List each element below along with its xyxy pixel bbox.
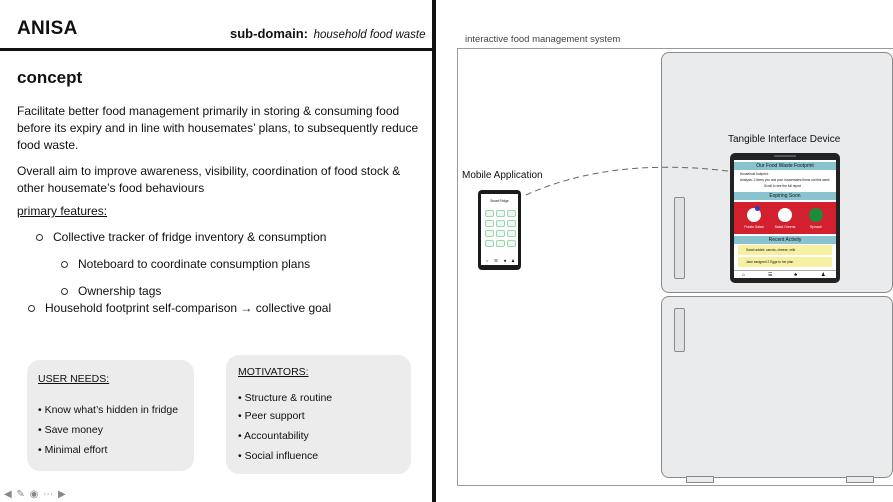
fridge-foot xyxy=(686,476,714,483)
tangible-device-label: Tangible Interface Device xyxy=(728,134,841,145)
footprint-line: Household footprint: xyxy=(740,172,769,176)
spinach-icon[interactable] xyxy=(809,208,823,222)
pen-icon[interactable]: ✎ xyxy=(16,489,25,500)
feature-item: Noteboard to coordinate consumption plan… xyxy=(61,257,310,271)
bullet-circle-icon xyxy=(61,261,68,269)
home-icon[interactable]: ⌂ xyxy=(484,258,490,264)
feature-item: Household footprint self-comparison → co… xyxy=(28,301,331,315)
user-need-item: • Save money xyxy=(38,424,103,436)
slide-divider xyxy=(432,0,436,502)
features-title: primary features: xyxy=(17,204,108,218)
fridge-handle-icon xyxy=(674,308,685,352)
concept-paragraph-1: Facilitate better food management primar… xyxy=(17,104,419,152)
feature-item: Collective tracker of fridge inventory &… xyxy=(36,230,326,244)
expiring-item-label: Spinach xyxy=(809,225,823,229)
phone-grid-cell[interactable] xyxy=(507,220,516,227)
expiring-items-panel: Potato Salad Salad Greens Spinach xyxy=(734,202,836,234)
motivators-title: MOTIVATORS: xyxy=(238,366,309,378)
notification-dot-icon xyxy=(755,206,760,211)
group-icon[interactable]: ♣ xyxy=(794,272,797,278)
device-speaker xyxy=(774,155,796,157)
phone-grid-cell[interactable] xyxy=(496,240,505,247)
activity-note: Jane assigned 2 Eggs to her plan xyxy=(738,257,832,267)
bullet-circle-icon xyxy=(61,288,68,296)
activity-note: Sarah added: carrots, cheese, milk xyxy=(738,245,832,255)
phone-grid-cell[interactable] xyxy=(496,230,505,237)
phone-grid-cell[interactable] xyxy=(496,220,505,227)
salad-greens-icon[interactable] xyxy=(778,208,792,222)
fridge-lower-door xyxy=(661,296,893,478)
phone-grid-cell[interactable] xyxy=(507,210,516,217)
user-need-item: • Know what’s hidden in fridge xyxy=(38,404,179,416)
concept-title: concept xyxy=(17,68,83,87)
concept-paragraph-2: Overall aim to improve awareness, visibi… xyxy=(17,164,401,195)
phone-grid-cell[interactable] xyxy=(485,210,494,217)
phone-grid-cell[interactable] xyxy=(485,220,494,227)
forward-arrow-icon[interactable]: ▶ xyxy=(58,489,67,500)
phone-grid-cell[interactable] xyxy=(507,230,516,237)
bullet-circle-icon xyxy=(36,234,43,242)
system-caption: interactive food management system xyxy=(465,34,621,45)
expiring-band: Expiring Soon xyxy=(734,192,836,200)
subdomain-heading: sub-domain: xyxy=(230,26,308,41)
footprint-line: Analysis: 2 items you and your housemate… xyxy=(740,178,830,182)
device-screen[interactable]: Our Food Waste Footprint Household footp… xyxy=(734,160,836,278)
phone-grid-cell[interactable] xyxy=(507,240,516,247)
group-icon[interactable]: ♣ xyxy=(502,258,508,264)
motivator-item: • Structure & routine xyxy=(238,392,333,404)
profile-icon[interactable]: ♟ xyxy=(821,272,825,278)
user-need-item: • Minimal effort xyxy=(38,444,108,456)
header-divider xyxy=(0,48,432,51)
phone-app-title: Smart Fridge xyxy=(490,199,509,203)
subdomain-label: sub-domain: household food waste xyxy=(230,26,426,41)
home-icon[interactable]: ⌂ xyxy=(742,272,745,278)
phone-screen[interactable]: Smart Fridge ⌂ ☰ ♣ ♟ xyxy=(481,194,518,265)
fridge-foot xyxy=(846,476,874,483)
tangible-interface-device[interactable]: Our Food Waste Footprint Household footp… xyxy=(730,153,840,283)
back-arrow-icon[interactable]: ◀ xyxy=(4,489,13,500)
motivator-item: • Social influence xyxy=(238,450,319,462)
connection-dashed-line xyxy=(525,166,729,196)
concept-slide: ANISA sub-domain: household food waste c… xyxy=(0,0,432,502)
phone-grid-cell[interactable] xyxy=(496,210,505,217)
more-icon[interactable]: ⋯ xyxy=(43,489,54,500)
recent-activity-band: Recent Activity xyxy=(734,236,836,244)
user-needs-title: USER NEEDS: xyxy=(38,373,110,385)
user-needs-card: USER NEEDS: • Know what’s hidden in frid… xyxy=(27,360,194,471)
subdomain-value: household food waste xyxy=(313,29,426,41)
footprint-band: Our Food Waste Footprint xyxy=(734,162,836,170)
list-icon[interactable]: ☰ xyxy=(768,272,772,278)
fridge-handle-icon xyxy=(674,197,685,279)
mobile-phone[interactable]: Smart Fridge ⌂ ☰ ♣ ♟ xyxy=(478,190,521,270)
phone-grid-cell[interactable] xyxy=(485,230,494,237)
phone-grid-cell[interactable] xyxy=(485,240,494,247)
expiring-item-label: Salad Greens xyxy=(774,225,796,229)
bullet-circle-icon xyxy=(28,305,35,313)
presenter-toolbar[interactable]: ◀ ✎ ◉ ⋯ ▶ xyxy=(4,489,67,500)
motivator-item: • Accountability xyxy=(238,430,309,442)
profile-icon[interactable]: ♟ xyxy=(510,258,516,264)
expiring-item-label: Potato Salad xyxy=(744,225,764,229)
footprint-line: Scroll to see the full report xyxy=(764,184,802,188)
zoom-icon[interactable]: ◉ xyxy=(30,489,40,500)
device-nav-bar: ⌂ ☰ ♣ ♟ xyxy=(734,270,836,279)
list-icon[interactable]: ☰ xyxy=(493,258,499,264)
brand-title: ANISA xyxy=(17,18,78,39)
feature-item: Ownership tags xyxy=(61,284,161,298)
motivator-item: • Peer support xyxy=(238,410,305,422)
motivators-card: MOTIVATORS: • Structure & routine • Peer… xyxy=(226,355,411,474)
